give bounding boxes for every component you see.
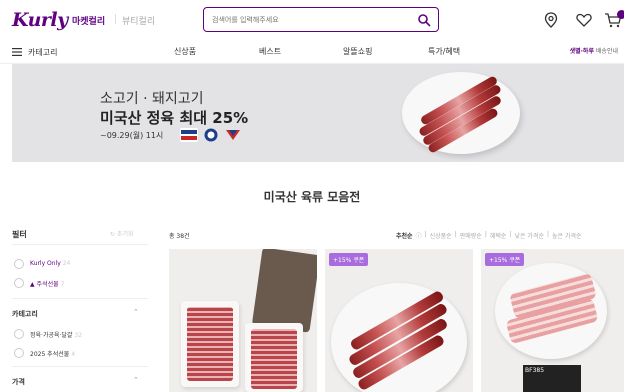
usda-badge-icon — [180, 128, 198, 142]
meat-slices — [251, 329, 297, 389]
option-label: 정육·가공육·달걀 — [30, 332, 73, 339]
sidebar-divider — [12, 298, 148, 299]
heart-icon[interactable] — [575, 11, 593, 29]
option-count: 32 — [74, 332, 83, 339]
package-label: BF385 — [523, 365, 581, 392]
sort-recommended[interactable]: 추천순 — [396, 231, 413, 240]
banner-meat-plate — [402, 72, 520, 154]
filter-title: 필터 — [12, 230, 27, 239]
meat-slices — [187, 307, 233, 381]
filter-checkbox-chuseok[interactable] — [14, 348, 24, 358]
category-filter-title[interactable]: 카테고리 — [12, 309, 38, 319]
market-kurly-tab[interactable]: 마켓컬리 — [72, 14, 105, 27]
product-card[interactable]: +15% 쿠폰 BF385 — [481, 249, 624, 392]
sort-divider: | — [509, 231, 512, 238]
location-icon[interactable] — [542, 11, 560, 29]
reset-label: 초기화 — [116, 231, 134, 238]
option-label: 주석선물 — [36, 281, 59, 288]
meat-plate-image — [331, 283, 467, 392]
nav-special[interactable]: 특가/혜택 — [428, 46, 460, 57]
sort-benefit[interactable]: 혜택순 — [490, 231, 507, 240]
category-label: 카테고리 — [28, 47, 58, 57]
package-label-text: BF385 — [525, 367, 545, 374]
delivery-info[interactable]: 샛별·하루 배송안내 — [570, 46, 618, 55]
price-filter-title[interactable]: 가격 — [12, 377, 25, 387]
total-count: 총 38건 — [169, 233, 190, 240]
banner-subtitle: 소고기 · 돼지고기 — [100, 91, 204, 107]
option-label: 2025 추석선물 — [30, 351, 70, 358]
section-title: 미국산 육류 모음전 — [263, 190, 361, 204]
sort-divider: | — [546, 231, 549, 238]
option-label: Kurly Only — [30, 260, 61, 267]
search-input[interactable] — [212, 13, 402, 27]
sort-newest[interactable]: 신상품순 — [430, 231, 452, 240]
beauty-kurly-tab[interactable]: 뷰티컬리 — [122, 14, 155, 27]
info-icon[interactable]: ⓘ — [416, 231, 422, 240]
product-card[interactable]: +15% 쿠폰 — [325, 249, 473, 392]
filter-checkbox-meat[interactable] — [14, 329, 24, 339]
filter-option-chuseok[interactable]: 2025 추석선물 4 — [30, 349, 75, 358]
sidebar-divider — [12, 244, 148, 245]
chevron-up-icon[interactable]: ⌃ — [133, 376, 139, 384]
banner-title: 미국산 정육 최대 25% — [100, 109, 249, 127]
delivery-label: 배송안내 — [595, 48, 618, 55]
promo-banner[interactable]: 소고기 · 돼지고기 미국산 정육 최대 25% ~09.29(월) 11시 — [12, 64, 624, 162]
meat-tray-image — [181, 301, 239, 387]
header: Kurly 마켓컬리 뷰티컬리 — [0, 0, 624, 40]
filter-option-gift[interactable]: ▲ 주석선물 7 — [30, 279, 64, 288]
nav-new[interactable]: 신상품 — [174, 46, 196, 57]
sort-divider: | — [484, 231, 487, 238]
gift-box-image — [251, 249, 317, 333]
search-box[interactable] — [203, 7, 439, 32]
hamburger-icon — [12, 48, 22, 56]
chevron-up-icon[interactable]: ⌃ — [133, 308, 139, 316]
gift-icon: ▲ — [30, 281, 35, 288]
quality-badge-icon — [226, 130, 240, 140]
cart-count-badge — [617, 10, 624, 19]
filter-option-meat[interactable]: 정육·가공육·달걀 32 — [30, 330, 82, 339]
sort-divider: | — [424, 231, 427, 238]
sort-low-price[interactable]: 낮은 가격순 — [514, 231, 544, 240]
sidebar-divider — [12, 366, 148, 367]
nav-saving[interactable]: 알뜰쇼핑 — [343, 46, 372, 57]
sort-sales[interactable]: 판매량순 — [460, 231, 482, 240]
meat-tray-image — [245, 323, 303, 392]
kurly-logo[interactable]: Kurly — [12, 9, 68, 31]
meat-export-badge-icon — [204, 128, 218, 142]
reset-icon: ↻ — [110, 231, 117, 238]
sort-options: 추천순 ⓘ | 신상품순 | 판매량순 | 혜택순 | 낮은 가격순 | 높은 가격순 — [396, 231, 582, 240]
category-menu-button[interactable]: 카테고리 — [12, 44, 57, 60]
pork-plate-image — [495, 263, 607, 359]
coupon-badge: +15% 쿠폰 — [485, 253, 525, 266]
filter-reset-button[interactable]: ↻ 초기화 — [110, 229, 134, 238]
option-count: 7 — [60, 281, 65, 288]
tab-divider — [115, 14, 116, 24]
sort-divider: | — [454, 231, 457, 238]
filter-checkbox-kurly-only[interactable] — [14, 259, 24, 269]
filter-checkbox-gift[interactable] — [14, 278, 24, 288]
main-nav: 카테고리 신상품 베스트 알뜰쇼핑 특가/혜택 샛별·하루 배송안내 — [0, 40, 624, 64]
banner-date: ~09.29(월) 11시 — [100, 131, 164, 140]
option-count: 4 — [71, 351, 76, 358]
delivery-highlight: 샛별·하루 — [569, 48, 594, 55]
sort-high-price[interactable]: 높은 가격순 — [552, 231, 582, 240]
coupon-badge: +15% 쿠폰 — [329, 253, 369, 266]
filter-option-kurly-only[interactable]: Kurly Only 24 — [30, 260, 70, 267]
search-icon[interactable] — [417, 13, 431, 27]
option-count: 24 — [62, 260, 71, 267]
nav-best[interactable]: 베스트 — [259, 46, 281, 57]
product-card[interactable] — [169, 249, 317, 392]
